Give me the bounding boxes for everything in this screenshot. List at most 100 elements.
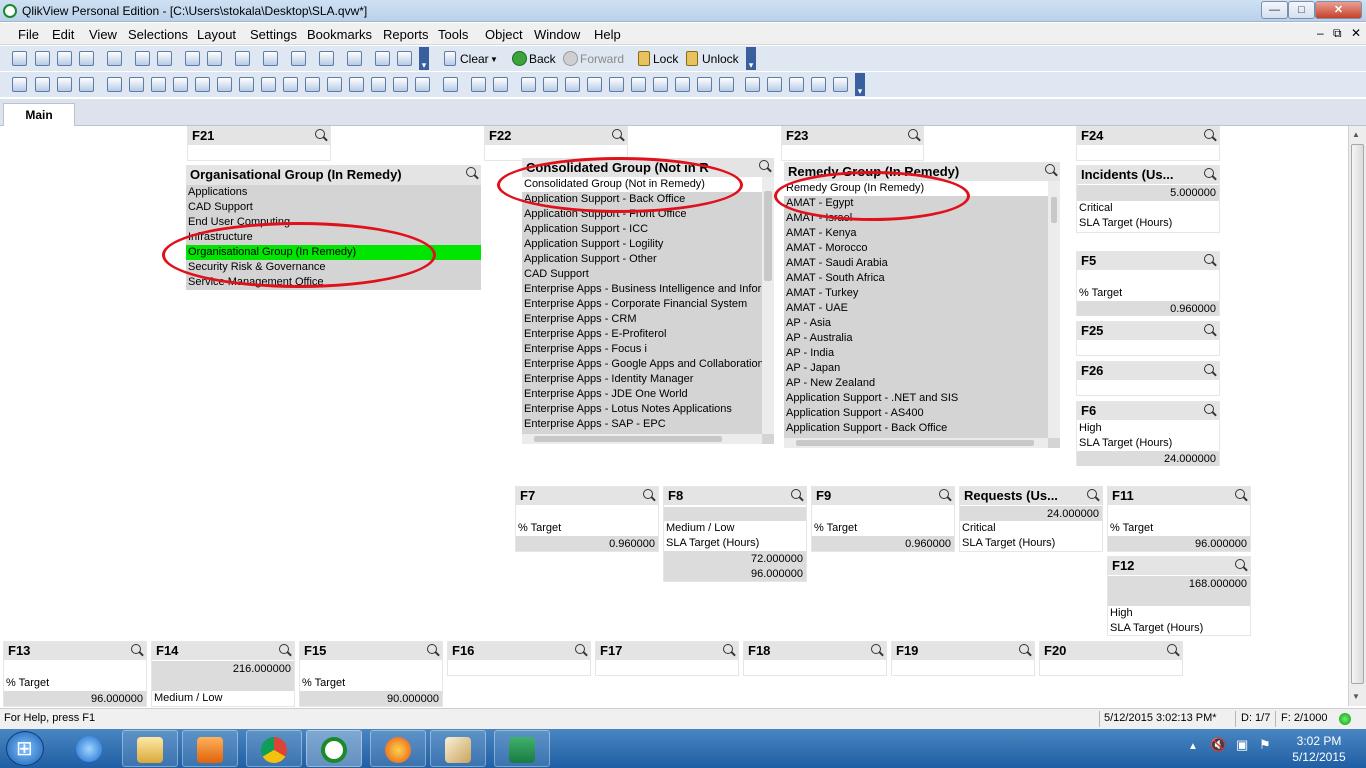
search-icon[interactable] — [1235, 559, 1245, 569]
forward-button[interactable]: Forward — [580, 52, 624, 66]
menu-bookmarks[interactable]: Bookmarks — [307, 27, 372, 42]
search-object-icon[interactable] — [371, 77, 386, 92]
menu-window[interactable]: Window — [534, 27, 580, 42]
list-item[interactable]: Enterprise Apps - SAP - EPC — [522, 417, 762, 432]
list-item[interactable]: Application Support - Back Office — [784, 421, 1048, 436]
object-incidents[interactable]: Incidents (Us... 5.000000 Critical SLA T… — [1076, 165, 1220, 233]
object-f14[interactable]: F14 216.000000 Medium / Low — [151, 641, 295, 707]
object-f21[interactable]: F21 — [187, 126, 331, 161]
scroll-thumb[interactable] — [1351, 144, 1364, 684]
search-icon[interactable] — [908, 129, 918, 139]
search-icon[interactable] — [1204, 129, 1214, 139]
list-item[interactable]: Application Support - .NET and SIS — [784, 391, 1048, 406]
list-item[interactable]: AMAT - Saudi Arabia — [784, 256, 1048, 271]
action-center-flag-icon[interactable]: ⚑ — [1259, 737, 1271, 753]
align-center-icon[interactable] — [543, 77, 558, 92]
object-f12[interactable]: F12 168.000000 High SLA Target (Hours) — [1107, 556, 1251, 636]
bookmark-object-icon[interactable] — [349, 77, 364, 92]
list-item[interactable]: AP - New Zealand — [784, 376, 1048, 391]
toolbar-overflow-icon[interactable]: ▾ — [419, 47, 429, 70]
horizontal-scrollbar[interactable] — [784, 438, 1048, 448]
object-f24[interactable]: F24 — [1076, 126, 1220, 161]
menu-reports[interactable]: Reports — [383, 27, 429, 42]
list-box-icon[interactable] — [107, 77, 122, 92]
clear-button[interactable]: Clear — [460, 52, 489, 66]
chart-object-icon[interactable] — [195, 77, 210, 92]
object-f6[interactable]: F6 High SLA Target (Hours) 24.000000 — [1076, 401, 1220, 466]
list-item[interactable]: AMAT - Kenya — [784, 226, 1048, 241]
search-icon[interactable] — [759, 160, 769, 170]
list-item[interactable]: Enterprise Apps - Lotus Notes Applicatio… — [522, 402, 762, 417]
unlock-button[interactable]: Unlock — [702, 52, 739, 66]
search-icon[interactable] — [1235, 489, 1245, 499]
line-arrow-icon[interactable] — [305, 77, 320, 92]
sheet-right-icon[interactable] — [57, 77, 72, 92]
search-icon[interactable] — [1204, 324, 1214, 334]
container-icon[interactable] — [393, 77, 408, 92]
reload-icon[interactable] — [57, 51, 72, 66]
menu-view[interactable]: View — [89, 27, 117, 42]
scroll-up-icon[interactable]: ▲ — [1352, 130, 1360, 139]
chart-icon[interactable] — [291, 51, 306, 66]
object-f20[interactable]: F20 — [1039, 641, 1183, 676]
list-item[interactable]: AMAT - South Africa — [784, 271, 1048, 286]
toolbar-overflow-icon[interactable]: ▾ — [855, 73, 865, 96]
search-icon[interactable] — [466, 167, 476, 177]
list-item[interactable]: Enterprise Apps - Corporate Financial Sy… — [522, 297, 762, 312]
list-item[interactable]: Enterprise Apps - Identity Manager — [522, 372, 762, 387]
qlikview-icon[interactable] — [306, 730, 362, 767]
internet-explorer-icon[interactable] — [62, 730, 118, 767]
object-f11[interactable]: F11 % Target 96.000000 — [1107, 486, 1251, 552]
reload-script-icon[interactable] — [157, 51, 172, 66]
object-f23[interactable]: F23 — [781, 126, 924, 161]
search-icon[interactable] — [1204, 364, 1214, 374]
firefox-icon[interactable] — [370, 730, 426, 767]
minimize-button[interactable]: — — [1261, 1, 1288, 19]
search-icon[interactable] — [1204, 168, 1214, 178]
table-viewer-icon[interactable] — [811, 77, 826, 92]
expression-icon[interactable] — [789, 77, 804, 92]
object-f22[interactable]: F22 — [484, 126, 628, 161]
mdi-close-button[interactable]: ✕ — [1351, 26, 1361, 40]
star-icon[interactable] — [319, 51, 334, 66]
file-explorer-icon[interactable] — [122, 730, 178, 767]
mdi-restore-button[interactable]: ⧉ — [1333, 26, 1342, 41]
multi-box-icon[interactable] — [151, 77, 166, 92]
search-icon[interactable] — [1204, 404, 1214, 414]
lock-icon[interactable] — [638, 51, 650, 66]
toolbar-overflow-icon[interactable]: ▾ — [746, 47, 756, 70]
undo-icon[interactable] — [185, 51, 200, 66]
custom-object-icon[interactable] — [415, 77, 430, 92]
system-clock[interactable]: 3:02 PM 5/12/2015 — [1288, 733, 1350, 765]
clear-dropdown-icon[interactable]: ▼ — [490, 55, 498, 64]
search-icon[interactable] — [1019, 644, 1029, 654]
list-item[interactable]: AP - India — [784, 346, 1048, 361]
search-icon[interactable] — [939, 489, 949, 499]
same-height-icon[interactable] — [719, 77, 734, 92]
menu-tools[interactable]: Tools — [438, 27, 468, 42]
search-icon[interactable] — [612, 129, 622, 139]
new-document-icon[interactable] — [12, 51, 27, 66]
vertical-scrollbar[interactable] — [1048, 181, 1060, 438]
start-button-icon[interactable] — [6, 731, 44, 766]
forward-arrow-icon[interactable] — [563, 51, 578, 66]
space-horizontal-icon[interactable] — [653, 77, 668, 92]
menu-edit[interactable]: Edit — [52, 27, 74, 42]
search-icon[interactable] — [1087, 489, 1097, 499]
list-item[interactable]: Application Support - AS400 — [784, 406, 1048, 421]
same-width-icon[interactable] — [697, 77, 712, 92]
edit-script-icon[interactable] — [135, 51, 150, 66]
object-f18[interactable]: F18 — [743, 641, 887, 676]
sheet-properties-icon[interactable] — [79, 77, 94, 92]
context-help-icon[interactable] — [397, 51, 412, 66]
search-icon[interactable] — [871, 644, 881, 654]
list-item[interactable]: AMAT - UAE — [784, 301, 1048, 316]
menu-selections[interactable]: Selections — [128, 27, 188, 42]
list-item[interactable]: Enterprise Apps - Focus i — [522, 342, 762, 357]
list-item[interactable]: Applications — [186, 185, 481, 200]
button-object-icon[interactable] — [261, 77, 276, 92]
list-item[interactable]: Enterprise Apps - E-Profiterol — [522, 327, 762, 342]
design-grid-icon[interactable] — [745, 77, 760, 92]
object-f7[interactable]: F7 % Target 0.960000 — [515, 486, 659, 552]
close-button[interactable]: ✕ — [1315, 1, 1362, 19]
